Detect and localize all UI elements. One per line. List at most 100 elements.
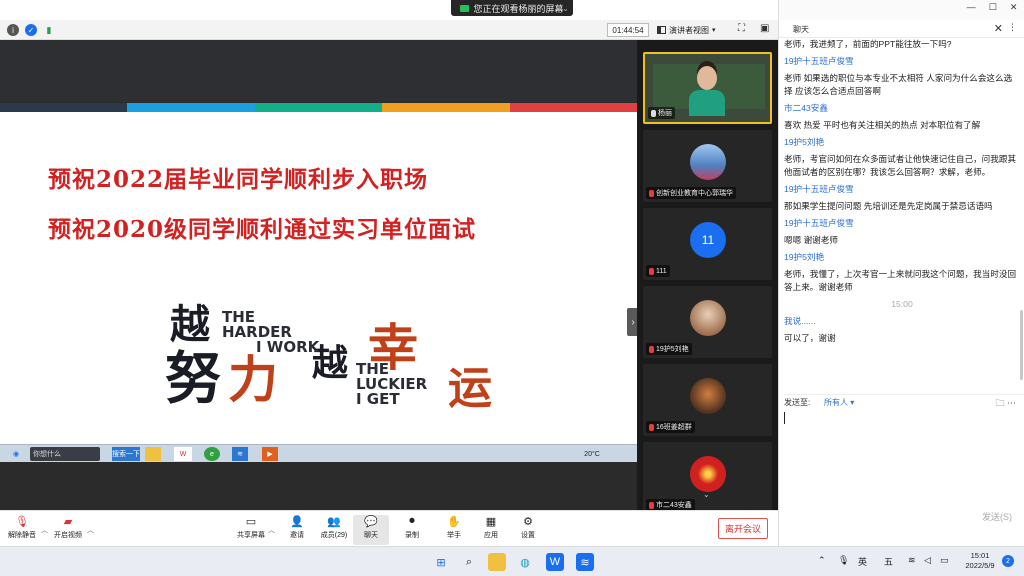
windows-taskbar: ⊞ ⌕ ◍ W ≋ ⌃ 🎙 英 五 ≋ ◁ ▭ 15:01 2022/5/9 2 [0, 546, 1024, 576]
close-icon[interactable]: ✕ [1010, 2, 1018, 16]
more-icon[interactable]: ⋮ [1008, 22, 1017, 33]
meeting-app-icon[interactable]: ≋ [576, 553, 594, 571]
chat-label: 聊天 [364, 532, 378, 539]
shield-icon[interactable]: ✓ [25, 24, 37, 36]
slide-stripe [509, 103, 638, 112]
apps-button[interactable]: ▦ 应用 [473, 515, 509, 545]
send-button[interactable]: 发送(S) [982, 510, 1012, 523]
participant-name: 19护5刘艳 [646, 343, 692, 355]
participant-tile[interactable]: 市二43安鑫 [643, 442, 772, 510]
windows-start-icon: ◉ [12, 451, 20, 458]
info-icon[interactable]: i [7, 24, 19, 36]
members-button[interactable]: 👥 成员(29) [316, 515, 352, 545]
file-icon[interactable]: 🗀 [995, 398, 1004, 408]
maximize-icon[interactable]: ☐ [989, 2, 997, 16]
send-to-value: 所有人 [824, 398, 848, 407]
participant-name-text: 杨丽 [658, 110, 672, 117]
meeting-timer: 01:44:54 [607, 23, 649, 37]
settings-button[interactable]: ⚙ 设置 [510, 515, 546, 545]
search-icon[interactable]: ⌕ [460, 553, 478, 571]
send-to-dropdown[interactable]: 所有人 ▾ [824, 397, 854, 408]
mic-icon[interactable]: 🎙 [838, 555, 849, 566]
chevron-down-icon[interactable]: ⌄ [562, 4, 569, 13]
chevron-up-icon[interactable]: ︿ [87, 525, 94, 535]
gear-icon: ⚙ [523, 516, 533, 528]
view-switch-button[interactable]: 演讲者视图 ▾ [657, 23, 727, 37]
mic-icon [651, 109, 656, 117]
raise-hand-button[interactable]: ✋ 举手 [436, 515, 472, 545]
slogan-char-2: 努 [165, 347, 221, 412]
chat-scrollbar[interactable] [1020, 310, 1023, 380]
volume-icon[interactable]: ◁ [924, 555, 931, 566]
battery-icon[interactable]: ▭ [940, 555, 949, 566]
mic-muted-icon: 🎙 [15, 516, 29, 528]
slide-line-1: 预祝2022届毕业同学顺利步入职场 [48, 166, 429, 193]
participant-tile[interactable]: 16班姜超群 [643, 364, 772, 436]
share-banner[interactable]: 您正在观看杨丽的屏幕 ⌄ [451, 0, 573, 16]
chevron-up-icon[interactable]: ︿ [268, 525, 275, 535]
avatar [690, 300, 726, 336]
file-explorer-icon[interactable] [488, 553, 506, 571]
send-target-row: 发送至: 所有人 ▾ 🗀 ⋯ [784, 394, 1024, 408]
share-screen-button[interactable]: ▭ 共享屏幕 [233, 515, 269, 545]
apps-icon: ▦ [485, 516, 497, 528]
mic-muted-icon [649, 501, 654, 509]
participant-name-text: 111 [656, 267, 667, 275]
lang-indicator[interactable]: 英 [858, 555, 867, 568]
layout-icon[interactable]: ▣ [760, 23, 769, 34]
video-button[interactable]: ▰ 开启视频 [50, 515, 86, 545]
chat-button[interactable]: 💬 聊天 [353, 515, 389, 545]
slogan-english-2: THE LUCKIER I GET [356, 362, 427, 407]
avatar: 11 [690, 222, 726, 258]
chat-sender: 19护5刘艳 [784, 252, 825, 262]
more-icon[interactable]: ⋯ [1007, 398, 1016, 408]
participant-tile[interactable]: 19护5刘艳 [643, 286, 772, 358]
minimize-icon[interactable]: — [967, 2, 976, 16]
chevron-up-icon[interactable]: ⌃ [818, 555, 826, 566]
record-button[interactable]: ⏺ 录制 [394, 515, 430, 545]
leave-meeting-button[interactable]: 离开会议 [718, 518, 768, 539]
participant-tile[interactable]: 创新创业教育中心郭瑞华 [643, 130, 772, 202]
mute-button[interactable]: 🎙 解除静音 [4, 515, 40, 545]
participant-name: 16班姜超群 [646, 421, 695, 433]
clock-date: 2022/5/9 [965, 561, 995, 570]
slogan-english-1: THE HARDER I WORK [222, 310, 319, 355]
participant-tile[interactable]: 11 111 [643, 208, 772, 280]
shared-search-button: 搜索一下 [112, 447, 140, 461]
fullscreen-icon[interactable]: ⛶ [738, 23, 745, 34]
attach-icons: 🗀 ⋯ [995, 396, 1016, 412]
avatar [690, 144, 726, 180]
system-clock[interactable]: 15:01 2022/5/9 [960, 551, 1000, 571]
chat-input[interactable]: 发送(S) [784, 412, 1020, 527]
meeting-app-icon: ≋ [232, 447, 248, 461]
chat-message: 老师，考官问如何在众多面试者让他快速记住自己，问我跟其他面试者的区别在哪？我该怎… [784, 154, 1017, 177]
screen-share-icon [460, 4, 470, 12]
wps-icon[interactable]: W [546, 553, 564, 571]
apps-label: 应用 [484, 532, 498, 539]
chat-message: 那如果学生提问问题 先培训还是先定岗属于禁忌话语吗 [784, 201, 993, 211]
media-icon: ▶ [262, 447, 278, 461]
edge-icon[interactable]: ◍ [516, 553, 534, 571]
ime-indicator[interactable]: 五 [884, 555, 893, 568]
close-icon[interactable]: ✕ [994, 22, 1003, 35]
chat-message-list[interactable]: 老师，我进频了，前面的PPT能往放一下吗? 19护十五班卢俊雪 老师 如果选的职位与… [779, 38, 1019, 390]
mic-muted-icon [649, 189, 654, 197]
scroll-down-icon[interactable]: ⌄ [703, 490, 710, 499]
signal-icon[interactable]: ▮ [43, 24, 55, 36]
participant-tile-active[interactable]: 杨丽 [643, 52, 772, 124]
speaker-video [689, 64, 725, 116]
shared-tray-temp: 20°C [584, 450, 600, 458]
invite-button[interactable]: 👤 邀请 [279, 515, 315, 545]
invite-icon: 👤 [290, 516, 304, 528]
wifi-icon[interactable]: ≋ [908, 555, 916, 566]
participant-name: 111 [646, 265, 670, 277]
chat-message: 老师，我进频了，前面的PPT能往放一下吗? [784, 39, 952, 49]
mic-muted-icon [649, 423, 654, 431]
notification-badge[interactable]: 2 [1002, 555, 1014, 567]
chevron-up-icon[interactable]: ︿ [41, 525, 48, 535]
text-caret [784, 412, 785, 424]
participant-name-text: 19护5刘艳 [656, 346, 689, 353]
windows-start-icon[interactable]: ⊞ [432, 553, 450, 571]
chat-title: 聊天 [793, 25, 809, 34]
participant-panel: 杨丽 创新创业教育中心郭瑞华 11 111 19护5刘艳 16班姜超群 市二43… [637, 40, 778, 510]
